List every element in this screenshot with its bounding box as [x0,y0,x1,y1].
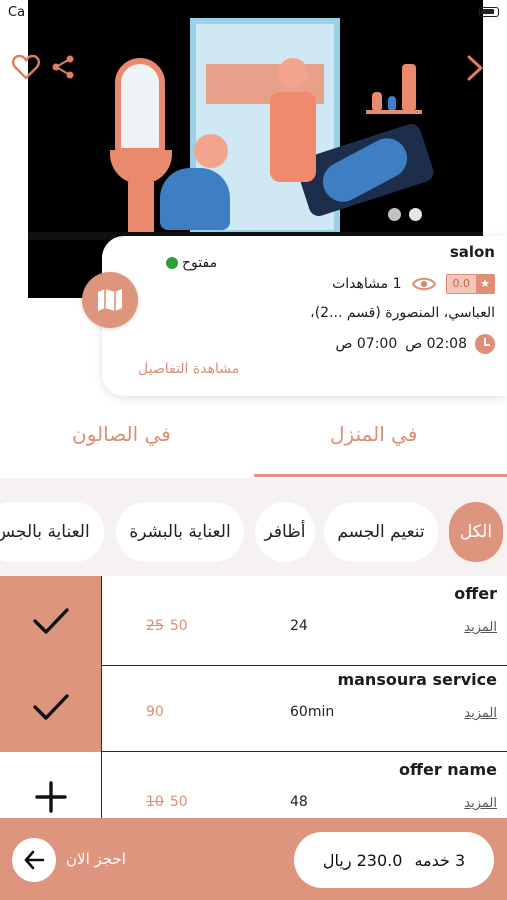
service-name: mansoura service [337,670,497,689]
service-name: offer [454,584,497,603]
service-price: 25 50 [146,618,188,634]
salon-name: salon [449,243,495,261]
chip-body-care[interactable]: العناية بالجس [0,502,104,562]
eye-icon [411,277,436,291]
hero-bottle-illustration [372,92,382,110]
rating-value: 0.0 [446,275,476,293]
open-status-label: مفتوح [182,255,218,271]
hero-pagination [388,208,422,221]
service-current-price: 50 [169,618,188,634]
service-duration: 48 [290,794,308,810]
chip-nails[interactable]: أظافر [255,502,315,562]
hero-manicurist-illustration [160,134,230,230]
cart-summary[interactable]: 3 خدمه 230.0 ريال [294,832,494,888]
pagination-dot-active[interactable] [409,208,422,221]
service-old-price: 25 [146,618,164,634]
service-add-toggle[interactable] [0,752,102,818]
hero-stylist-illustration [270,58,316,182]
close-time: 07:00 ص [335,336,398,352]
category-chips: الكل تنعيم الجسم أظافر العناية بالبشرة ا… [0,478,507,576]
open-time: 02:08 ص [405,336,467,352]
chip-body-smoothing[interactable]: تنعيم الجسم [324,502,438,562]
heart-icon[interactable] [12,54,40,80]
check-icon [32,608,69,634]
service-row[interactable]: offer name المزيد 48 10 50 [0,752,507,818]
clock-icon [475,334,495,354]
service-name: offer name [399,760,497,779]
service-price: 10 50 [146,794,188,810]
chip-all[interactable]: الكل [449,502,503,562]
chevron-right-icon[interactable] [464,54,486,82]
service-duration: 24 [290,618,308,634]
working-hours: 02:08 ص 07:00 ص [335,334,495,354]
tab-at-salon[interactable]: في الصالون [72,422,171,446]
service-current-price: 90 [146,704,164,720]
battery-icon [479,7,499,17]
location-tabs: في المنزل في الصالون [0,406,507,478]
plus-icon [34,781,67,813]
service-more-link[interactable]: المزيد [464,706,497,721]
book-now-button[interactable] [12,838,56,882]
service-more-link[interactable]: المزيد [464,796,497,811]
services-list: offer المزيد 24 25 50 mansoura service ال… [0,576,507,818]
check-icon [32,694,69,720]
rating-badge: 0.0 ★ [445,274,495,294]
map-button[interactable] [82,272,138,328]
carrier-label: Ca [8,5,26,20]
service-duration: 60min [290,704,335,720]
share-icon[interactable] [50,54,76,80]
rating-views-row: 1 مشاهدات 0.0 ★ [332,274,495,294]
service-selected-toggle[interactable] [0,576,102,666]
salon-address: العباسي، المنصورة (قسم ...2)، [310,305,495,321]
service-more-link[interactable]: المزيد [464,620,497,635]
pagination-dot[interactable] [388,208,401,221]
view-details-link[interactable]: مشاهدة التفاصيل [138,361,239,377]
cart-count: 3 خدمه [414,850,466,870]
service-row[interactable]: mansoura service المزيد 60min 90 [0,662,507,752]
service-price: 90 [146,704,164,720]
views-count: 1 مشاهدات [332,276,402,292]
hero-bottle-illustration [388,96,396,110]
cart-total: 230.0 ريال [322,850,403,870]
hero-shelf-illustration [366,110,422,114]
active-tab-indicator [254,474,507,477]
book-now-label[interactable]: احجز الان [66,850,126,868]
tab-at-home[interactable]: في المنزل [330,422,417,446]
arrow-left-icon [24,850,45,870]
open-status: مفتوح [166,255,217,271]
hero-mirror-illustration [115,58,165,154]
hero-bottle-illustration [402,64,416,110]
service-old-price: 10 [146,794,164,810]
status-bar: Ca [0,0,507,28]
chip-skin-care[interactable]: العناية بالبشرة [116,502,244,562]
service-row[interactable]: offer المزيد 24 25 50 [0,576,507,666]
open-status-dot [166,257,178,269]
service-selected-toggle[interactable] [0,662,102,752]
service-current-price: 50 [169,794,188,810]
booking-bar: 3 خدمه 230.0 ريال احجز الان [0,818,507,900]
map-icon [98,289,122,311]
star-icon: ★ [476,275,494,293]
